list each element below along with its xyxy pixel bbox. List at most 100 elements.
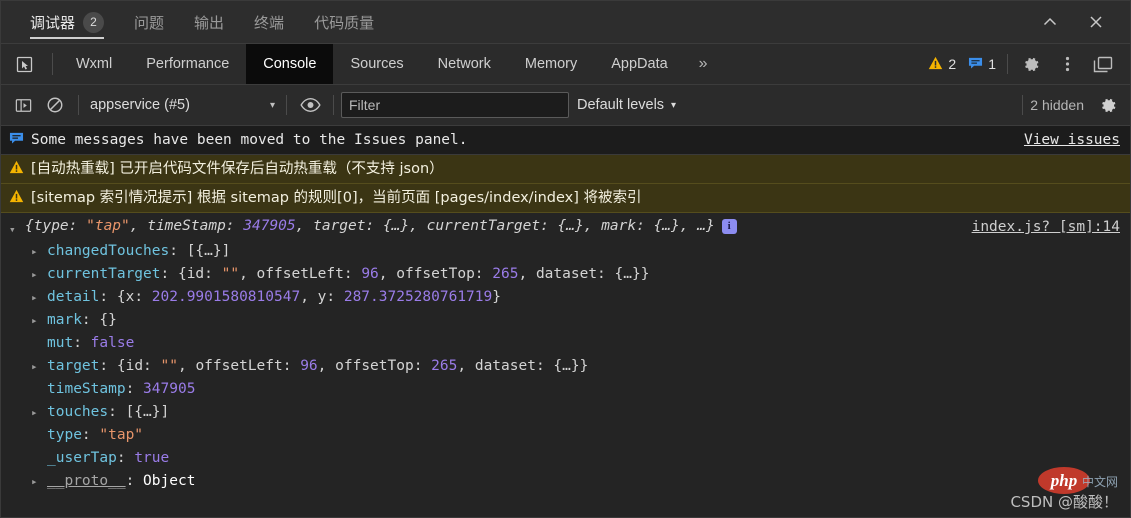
warning-rows: [自动热重载] 已开启代码文件保存后自动热重载（不支持 json） [sitema… [1, 155, 1130, 213]
toolbar-divider [1022, 95, 1024, 115]
property-value-token: 287.3725280761719 [343, 289, 493, 305]
property-value-token: {id: [177, 266, 222, 282]
expand-toggle-icon[interactable]: ▸ [31, 401, 38, 424]
object-property-row[interactable]: ▸ target: {id: "", offsetLeft: 96, offset… [1, 355, 1130, 378]
expand-toggle-icon[interactable]: ▸ [31, 286, 38, 309]
show-console-sidebar-icon[interactable] [7, 85, 39, 125]
devtools-window: 调试器 2 问题 输出 终端 代码质量 Wxml Performance Console S [0, 0, 1131, 518]
devtools-tab-strip: Wxml Performance Console Sources Network Memo… [1, 44, 1130, 85]
console-warning-text: [sitemap 索引情况提示] 根据 sitemap 的规则[0]，当前页面 … [31, 190, 642, 206]
property-separator: : [108, 404, 126, 420]
issue-message-icon [968, 56, 983, 73]
devtools-tab-appdata[interactable]: AppData [594, 44, 684, 84]
property-value-token: false [90, 335, 135, 351]
object-property-list: ▸ changedTouches: [{…}] ▸ currentTarget: {i… [1, 240, 1130, 497]
panel-tab-label: 问题 [134, 13, 165, 32]
panel-tab-label: 终端 [254, 13, 285, 32]
warning-triangle-icon [9, 188, 31, 203]
toolbar-divider [52, 53, 53, 75]
panel-titlebar: 调试器 2 问题 输出 终端 代码质量 [1, 1, 1130, 44]
devtools-tab-network[interactable]: Network [421, 44, 508, 84]
property-value-token: 347905 [143, 381, 196, 397]
property-value-token: 96 [361, 266, 379, 282]
preview-token: {type: [25, 218, 87, 234]
property-key: _userTap [47, 450, 117, 466]
object-property-row[interactable]: type: "tap" [1, 424, 1130, 447]
console-object-entry[interactable]: ▾ {type: "tap", timeStamp: 347905, targe… [1, 213, 1130, 240]
source-location-link[interactable]: index.js? [sm]:14 [972, 216, 1120, 237]
log-levels-label: Default levels [577, 97, 665, 113]
info-badge-icon[interactable]: i [721, 218, 737, 234]
console-messages[interactable]: Some messages have been moved to the Iss… [1, 126, 1130, 517]
object-property-row[interactable]: ▸ mark: {} [1, 309, 1130, 332]
object-property-row[interactable]: mut: false [1, 332, 1130, 355]
console-warning-row: [自动热重载] 已开启代码文件保存后自动热重载（不支持 json） [1, 155, 1130, 184]
property-value-token: , offsetTop: [317, 358, 432, 374]
devtools-tab-performance[interactable]: Performance [129, 44, 246, 84]
hidden-messages-count[interactable]: 2 hidden [1030, 97, 1092, 113]
devtools-tab-wxml[interactable]: Wxml [59, 44, 129, 84]
gear-icon[interactable] [1092, 85, 1124, 125]
kebab-menu-icon[interactable] [1050, 44, 1084, 84]
devtools-spacer [722, 44, 924, 84]
gear-icon[interactable] [1014, 44, 1048, 84]
property-value-token: } [492, 289, 501, 305]
console-context-selector[interactable]: appservice (#5) ▾ [86, 94, 279, 116]
message-count-badge[interactable]: 1 [963, 56, 1001, 73]
preview-token: "tap" [86, 218, 130, 234]
panel-tab-label: 代码质量 [314, 13, 375, 32]
property-value-token: , y: [300, 289, 344, 305]
expand-toggle-icon[interactable]: ▾ [9, 216, 25, 240]
object-property-row[interactable]: timeStamp: 347905 [1, 378, 1130, 401]
view-issues-link[interactable]: View issues [1014, 130, 1120, 150]
panel-tab-4[interactable]: 代码质量 [299, 1, 389, 43]
property-key: mark [47, 312, 82, 328]
warning-count: 2 [948, 56, 957, 72]
devtools-tab-console[interactable]: Console [246, 44, 334, 84]
live-expression-eye-icon[interactable] [294, 85, 326, 125]
property-key: __proto__ [47, 473, 126, 489]
console-warning-row: [sitemap 索引情况提示] 根据 sitemap 的规则[0]，当前页面 … [1, 184, 1130, 213]
issue-message-icon [9, 130, 31, 145]
property-value-token: , offsetLeft: [239, 266, 362, 282]
warning-triangle-icon [928, 56, 943, 73]
preview-token: 347905 [243, 218, 296, 234]
toolbar-divider [78, 95, 79, 115]
property-value-token: 265 [492, 266, 519, 282]
object-property-row[interactable]: ▸ detail: {x: 202.9901580810547, y: 287.3… [1, 286, 1130, 309]
warning-count-badge[interactable]: 2 [923, 56, 961, 73]
log-levels-dropdown[interactable]: Default levels ▾ [569, 97, 684, 113]
clear-console-icon[interactable] [39, 85, 71, 125]
expand-toggle-icon[interactable]: ▸ [31, 309, 38, 332]
titlebar-spacer [389, 1, 1030, 43]
panel-tab-0[interactable]: 调试器 2 [15, 1, 119, 43]
expand-toggle-icon[interactable]: ▸ [31, 240, 38, 263]
inspect-element-icon[interactable] [1, 44, 46, 84]
object-property-row[interactable]: _userTap: true [1, 447, 1130, 470]
object-property-row[interactable]: ▸ changedTouches: [{…}] [1, 240, 1130, 263]
panel-tab-3[interactable]: 终端 [239, 1, 299, 43]
issues-moved-bar: Some messages have been moved to the Iss… [1, 126, 1130, 155]
more-tabs-button[interactable]: » [685, 44, 722, 84]
expand-toggle-icon[interactable]: ▸ [31, 470, 38, 493]
panel-tab-list: 调试器 2 问题 输出 终端 代码质量 [1, 1, 389, 43]
panel-tab-1[interactable]: 问题 [119, 1, 179, 43]
property-value-token: Object [143, 473, 196, 489]
devtools-tab-sources[interactable]: Sources [333, 44, 420, 84]
property-value-token: {} [99, 312, 117, 328]
object-property-row[interactable]: ▸ __proto__: Object [1, 470, 1130, 493]
filter-input[interactable] [341, 92, 569, 118]
close-icon[interactable] [1076, 1, 1116, 43]
object-preview-line: ▾ {type: "tap", timeStamp: 347905, targe… [9, 216, 958, 240]
panel-tab-2[interactable]: 输出 [179, 1, 239, 43]
property-separator: : [99, 289, 117, 305]
expand-toggle-icon[interactable]: ▸ [31, 263, 38, 286]
object-property-row[interactable]: ▸ touches: [{…}] [1, 401, 1130, 424]
chevron-up-icon[interactable] [1030, 1, 1070, 43]
console-warning-text: [自动热重载] 已开启代码文件保存后自动热重载（不支持 json） [31, 161, 444, 177]
dock-panel-icon[interactable] [1086, 44, 1120, 84]
object-property-row[interactable]: ▸ currentTarget: {id: "", offsetLeft: 96,… [1, 263, 1130, 286]
property-value-token: [{…}] [125, 404, 170, 420]
devtools-tab-memory[interactable]: Memory [508, 44, 594, 84]
expand-toggle-icon[interactable]: ▸ [31, 355, 38, 378]
